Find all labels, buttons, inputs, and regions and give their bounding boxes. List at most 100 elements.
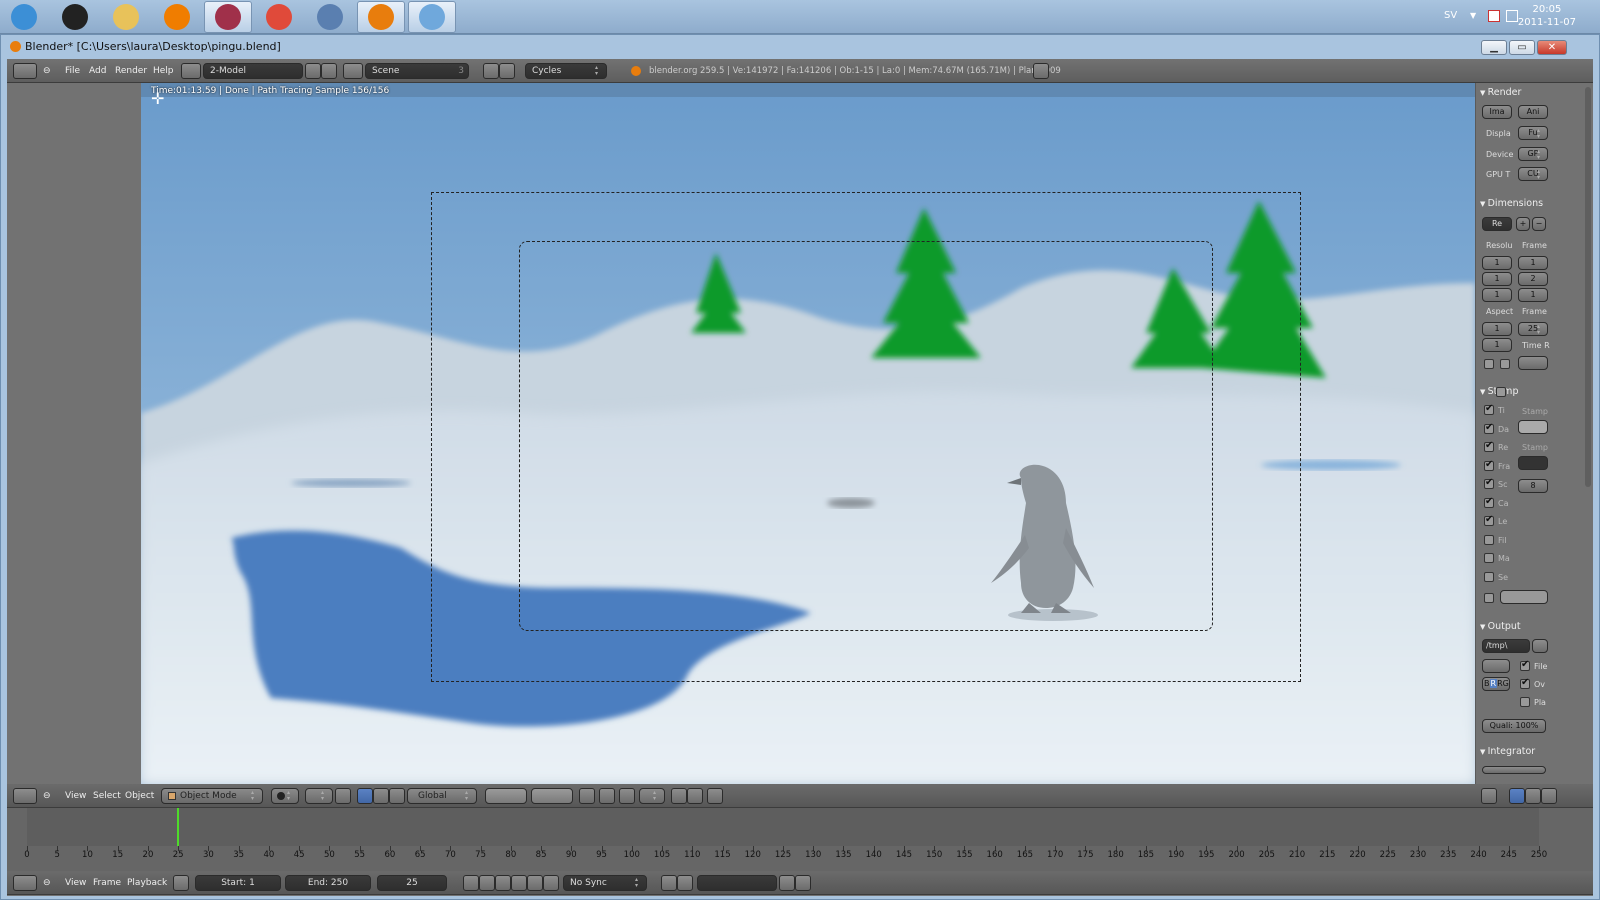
scene-icon[interactable]: [343, 63, 363, 79]
menu-object[interactable]: Object: [125, 791, 154, 801]
menu-file[interactable]: File: [65, 66, 80, 76]
record-keyframe-icon[interactable]: [661, 875, 677, 891]
delete-keyframe-icon[interactable]: [795, 875, 811, 891]
taskbar-button[interactable]: [357, 1, 405, 33]
scale-manipulator-icon[interactable]: [389, 788, 405, 804]
remove-scene-icon[interactable]: [499, 63, 515, 79]
browse-folder-icon[interactable]: [1532, 639, 1548, 653]
resolution-percent-field[interactable]: 1: [1482, 288, 1512, 302]
file-extensions-checkbox[interactable]: [1520, 659, 1530, 671]
3d-cursor-icon[interactable]: ✛: [151, 89, 173, 111]
frame-step-field[interactable]: 1: [1518, 288, 1548, 302]
remove-screen-icon[interactable]: [321, 63, 337, 79]
color-mode-bw[interactable]: B: [1484, 679, 1490, 688]
display-dropdown[interactable]: Fu: [1518, 126, 1548, 140]
editor-type-info-icon[interactable]: [13, 63, 37, 79]
menu-playback[interactable]: Playback: [127, 878, 167, 888]
menu-select[interactable]: Select: [93, 791, 121, 801]
action-center-icon[interactable]: [1488, 10, 1500, 22]
manipulator-toggle-icon[interactable]: [335, 788, 351, 804]
output-path-field[interactable]: /tmp\: [1482, 639, 1530, 653]
frame-rate-dropdown[interactable]: 25: [1518, 322, 1548, 336]
collapse-menu-icon[interactable]: ⊖: [43, 878, 51, 888]
split-view-icon[interactable]: [707, 788, 723, 804]
tray-expand-icon[interactable]: ▼: [1470, 11, 1476, 20]
keying-set-field[interactable]: [697, 875, 777, 891]
stamp-option-checkbox[interactable]: [1484, 534, 1494, 545]
3d-viewport[interactable]: Time:01:13.59 | Done | Path Tracing Samp…: [141, 83, 1475, 784]
stamp-option-checkbox[interactable]: [1484, 459, 1494, 471]
collapse-menu-icon[interactable]: ⊖: [43, 791, 51, 801]
snap-element-dropdown[interactable]: [639, 788, 665, 804]
snap-toggle-icon[interactable]: [619, 788, 635, 804]
layers-row-2[interactable]: [531, 788, 573, 804]
sync-mode-dropdown[interactable]: No Sync: [563, 875, 647, 891]
current-frame-cursor[interactable]: [177, 808, 180, 846]
jump-end-icon[interactable]: [543, 875, 559, 891]
render-opengl-icon[interactable]: [671, 788, 687, 804]
taskbar-button[interactable]: [306, 1, 354, 33]
gpu-type-dropdown[interactable]: CU: [1518, 167, 1548, 181]
fullscreen-toggle-icon[interactable]: [1033, 63, 1049, 79]
stamp-option-checkbox[interactable]: [1484, 514, 1494, 526]
frame-end-field[interactable]: 2: [1518, 272, 1548, 286]
taskbar-button[interactable]: [255, 1, 303, 33]
jump-start-icon[interactable]: [463, 875, 479, 891]
dimensions-section-header[interactable]: Dimensions: [1480, 198, 1543, 209]
aspect-y-field[interactable]: 1: [1482, 338, 1512, 352]
jump-next-keyframe-icon[interactable]: [527, 875, 543, 891]
taskbar-button[interactable]: [102, 1, 150, 33]
play-reverse-icon[interactable]: [495, 875, 511, 891]
translate-manipulator-icon[interactable]: [357, 788, 373, 804]
play-icon[interactable]: [511, 875, 527, 891]
render-animation-button[interactable]: Ani: [1518, 105, 1548, 119]
editor-type-3dview-icon[interactable]: [13, 788, 37, 804]
editor-type-timeline-icon[interactable]: [13, 875, 37, 891]
output-section-header[interactable]: Output: [1480, 621, 1521, 632]
stamp-option-checkbox[interactable]: [1484, 440, 1494, 452]
clock[interactable]: 20:05 2011-11-07: [1518, 3, 1576, 29]
device-dropdown[interactable]: GP: [1518, 147, 1548, 161]
render-animation-opengl-icon[interactable]: [687, 788, 703, 804]
render-section-header[interactable]: Render: [1480, 87, 1522, 98]
resolution-y-field[interactable]: 1: [1482, 272, 1512, 286]
overwrite-checkbox[interactable]: [1520, 677, 1530, 689]
insert-keyframe-icon[interactable]: [779, 875, 795, 891]
jump-prev-keyframe-icon[interactable]: [479, 875, 495, 891]
render-image-button[interactable]: Ima: [1482, 105, 1512, 119]
end-frame-field[interactable]: End: 250: [285, 875, 371, 891]
start-frame-field[interactable]: Start: 1: [195, 875, 281, 891]
transform-orientation-dropdown[interactable]: Global: [407, 788, 477, 804]
render-preset-dropdown[interactable]: Re: [1482, 217, 1512, 231]
menu-add[interactable]: Add: [89, 66, 106, 76]
stamp-option-checkbox[interactable]: [1484, 477, 1494, 489]
stamp-background-color[interactable]: [1518, 456, 1548, 470]
add-screen-icon[interactable]: [305, 63, 321, 79]
stamp-option-checkbox[interactable]: [1484, 403, 1494, 415]
frame-start-field[interactable]: 1: [1518, 256, 1548, 270]
taskbar-button[interactable]: [408, 1, 456, 33]
stamp-option-checkbox[interactable]: [1484, 422, 1494, 434]
color-mode-r[interactable]: R: [1489, 679, 1498, 688]
time-remap-field[interactable]: [1518, 356, 1548, 370]
add-scene-icon[interactable]: [483, 63, 499, 79]
color-mode-rgb[interactable]: RG: [1497, 679, 1509, 688]
minimize-button[interactable]: ▁: [1481, 40, 1507, 55]
network-icon[interactable]: [1506, 10, 1518, 22]
quality-slider[interactable]: Quali: 100%: [1482, 719, 1546, 733]
taskbar-button[interactable]: [51, 1, 99, 33]
integrator-preset-field[interactable]: [1482, 766, 1546, 774]
menu-help[interactable]: Help: [153, 66, 174, 76]
crop-checkbox[interactable]: [1500, 359, 1510, 369]
file-format-dropdown[interactable]: [1482, 659, 1510, 673]
stamp-note-field[interactable]: [1500, 590, 1548, 604]
placeholders-checkbox[interactable]: [1520, 697, 1530, 707]
proportional-edit-icon[interactable]: [599, 788, 615, 804]
render-engine-dropdown[interactable]: Cycles: [525, 63, 607, 79]
render-context-icon[interactable]: [1509, 788, 1525, 804]
rotate-manipulator-icon[interactable]: [373, 788, 389, 804]
taskbar-button[interactable]: [0, 1, 48, 33]
menu-view[interactable]: View: [65, 878, 86, 888]
menu-frame[interactable]: Frame: [93, 878, 121, 888]
stamp-text-color[interactable]: [1518, 420, 1548, 434]
